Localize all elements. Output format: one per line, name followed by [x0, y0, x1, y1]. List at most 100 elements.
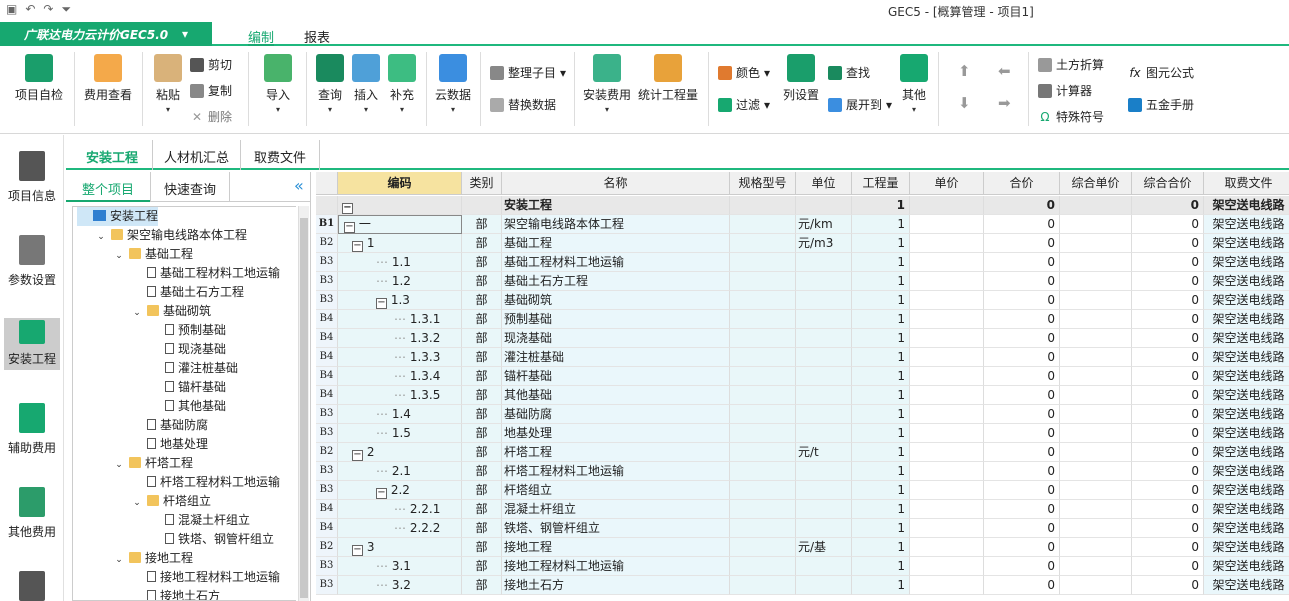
cell-unit[interactable]	[796, 557, 852, 576]
cell-unit[interactable]	[796, 329, 852, 348]
cell-fee[interactable]: 架空送电线路	[1204, 576, 1289, 595]
cell-price[interactable]	[910, 424, 984, 443]
table-row[interactable]: B3 ⋯ 2.1 部杆塔工程材料工地运输 1 0 0 架空送电线路	[316, 462, 1289, 481]
cell-fee[interactable]: 架空送电线路	[1204, 481, 1289, 500]
cell-total[interactable]: 0	[984, 253, 1060, 272]
undo-icon[interactable]: ↶	[25, 2, 35, 17]
cell-fee[interactable]: 架空送电线路	[1204, 405, 1289, 424]
cell-comp_price[interactable]	[1060, 519, 1132, 538]
cell-price[interactable]	[910, 462, 984, 481]
tab-edit[interactable]: 编制	[248, 27, 275, 46]
cell-type[interactable]: 部	[462, 538, 502, 557]
cell-type[interactable]: 部	[462, 481, 502, 500]
cell-comp_price[interactable]	[1060, 462, 1132, 481]
cell-comp_total[interactable]: 0	[1132, 519, 1204, 538]
cell-total[interactable]: 0	[984, 576, 1060, 595]
table-row[interactable]: B2− 1 部基础工程 元/m3 1 0 0 架空送电线路	[316, 234, 1289, 253]
tree-node[interactable]: 现浇基础	[149, 340, 226, 359]
cell-lvl[interactable]: B3	[316, 424, 338, 443]
cell-comp_total[interactable]: 0	[1132, 500, 1204, 519]
cell-code[interactable]: ⋯ 1.3.4	[338, 367, 462, 386]
table-row[interactable]: B2− 3 部接地工程 元/基 1 0 0 架空送电线路	[316, 538, 1289, 557]
cell-spec[interactable]	[730, 576, 796, 595]
cell-comp_price[interactable]	[1060, 405, 1132, 424]
cell-code[interactable]: − 1	[338, 234, 462, 253]
cell-lvl[interactable]: B4	[316, 519, 338, 538]
cell-comp_price[interactable]	[1060, 272, 1132, 291]
cell-total[interactable]: 0	[984, 348, 1060, 367]
cell-comp_total[interactable]: 0	[1132, 557, 1204, 576]
cell-unit[interactable]	[796, 310, 852, 329]
project-check-button[interactable]: 项目自检	[10, 54, 68, 103]
cell-price[interactable]	[910, 367, 984, 386]
cell-lvl[interactable]: B3	[316, 272, 338, 291]
cell-comp_price[interactable]	[1060, 348, 1132, 367]
tree-node[interactable]: ⌄ 基础砌筑	[131, 302, 211, 321]
cell-total[interactable]: 0	[984, 215, 1060, 234]
other-button[interactable]: 其他 ▾	[896, 54, 932, 114]
cell-name[interactable]: 架空输电线路本体工程	[502, 215, 730, 234]
cell-type[interactable]: 部	[462, 519, 502, 538]
cell-code[interactable]: ⋯ 1.4	[338, 405, 462, 424]
cell-comp_total[interactable]: 0	[1132, 348, 1204, 367]
cell-unit[interactable]	[796, 272, 852, 291]
cell-fee[interactable]: 架空送电线路	[1204, 538, 1289, 557]
cell-type[interactable]: 部	[462, 272, 502, 291]
cell-type[interactable]	[462, 196, 502, 215]
cell-type[interactable]: 部	[462, 329, 502, 348]
cell-comp_total[interactable]: 0	[1132, 462, 1204, 481]
cell-lvl[interactable]: B4	[316, 367, 338, 386]
cell-price[interactable]	[910, 538, 984, 557]
cell-lvl[interactable]: B2	[316, 443, 338, 462]
table-row[interactable]: B2− 2 部杆塔工程 元/t 1 0 0 架空送电线路	[316, 443, 1289, 462]
cell-type[interactable]: 部	[462, 234, 502, 253]
cell-lvl[interactable]: B4	[316, 348, 338, 367]
tree-node[interactable]: ⌄ 架空输电线路本体工程	[95, 226, 247, 245]
cell-comp_total[interactable]: 0	[1132, 386, 1204, 405]
product-menu-button[interactable]: 广联达电力云计价GEC5.0 ▾	[0, 22, 212, 46]
cell-unit[interactable]	[796, 576, 852, 595]
redo-icon[interactable]: ↷	[43, 2, 53, 17]
cell-lvl[interactable]: B2	[316, 234, 338, 253]
cell-name[interactable]: 基础防腐	[502, 405, 730, 424]
cell-total[interactable]: 0	[984, 234, 1060, 253]
cell-code[interactable]: ⋯ 3.2	[338, 576, 462, 595]
column-header-spec[interactable]: 规格型号	[730, 172, 796, 195]
tree-node[interactable]: 接地土石方	[131, 587, 220, 600]
collapse-toggle-icon[interactable]: −	[352, 241, 363, 252]
cell-total[interactable]: 0	[984, 500, 1060, 519]
nav-install-project[interactable]: 安装工程	[4, 318, 60, 370]
cell-comp_total[interactable]: 0	[1132, 538, 1204, 557]
cell-spec[interactable]	[730, 367, 796, 386]
cell-spec[interactable]	[730, 405, 796, 424]
cell-spec[interactable]	[730, 424, 796, 443]
copy-button[interactable]: 复制	[190, 82, 232, 99]
nav-param-settings[interactable]: 参数设置	[4, 235, 60, 301]
cell-unit[interactable]	[796, 367, 852, 386]
calculator-button[interactable]: 计算器	[1038, 82, 1092, 99]
cell-qty[interactable]: 1	[852, 557, 910, 576]
cell-code[interactable]: − 2	[338, 443, 462, 462]
tree-node[interactable]: 基础防腐	[131, 416, 208, 435]
cell-price[interactable]	[910, 481, 984, 500]
cell-code[interactable]: − 2.2	[338, 481, 462, 500]
tree-node[interactable]: 预制基础	[149, 321, 226, 340]
cell-unit[interactable]	[796, 386, 852, 405]
cell-fee[interactable]: 架空送电线路	[1204, 253, 1289, 272]
cell-type[interactable]: 部	[462, 253, 502, 272]
color-button[interactable]: 颜色 ▾	[718, 64, 770, 81]
tree-node[interactable]: 杆塔工程材料工地运输	[131, 473, 280, 492]
cell-total[interactable]: 0	[984, 291, 1060, 310]
cell-lvl[interactable]: B3	[316, 462, 338, 481]
collapse-toggle-icon[interactable]: −	[352, 545, 363, 556]
cell-type[interactable]: 部	[462, 576, 502, 595]
cell-code[interactable]: ⋯ 1.3.2	[338, 329, 462, 348]
expand-to-button[interactable]: 展开到 ▾	[828, 96, 892, 113]
move-up-button[interactable]: ⬆	[958, 62, 971, 80]
cell-comp_price[interactable]	[1060, 538, 1132, 557]
import-button[interactable]: 导入 ▾	[256, 54, 300, 114]
cell-qty[interactable]: 1	[852, 367, 910, 386]
cell-code[interactable]: ⋯ 2.1	[338, 462, 462, 481]
cell-total[interactable]: 0	[984, 367, 1060, 386]
tree-node[interactable]: ⌄ 基础工程	[113, 245, 193, 264]
